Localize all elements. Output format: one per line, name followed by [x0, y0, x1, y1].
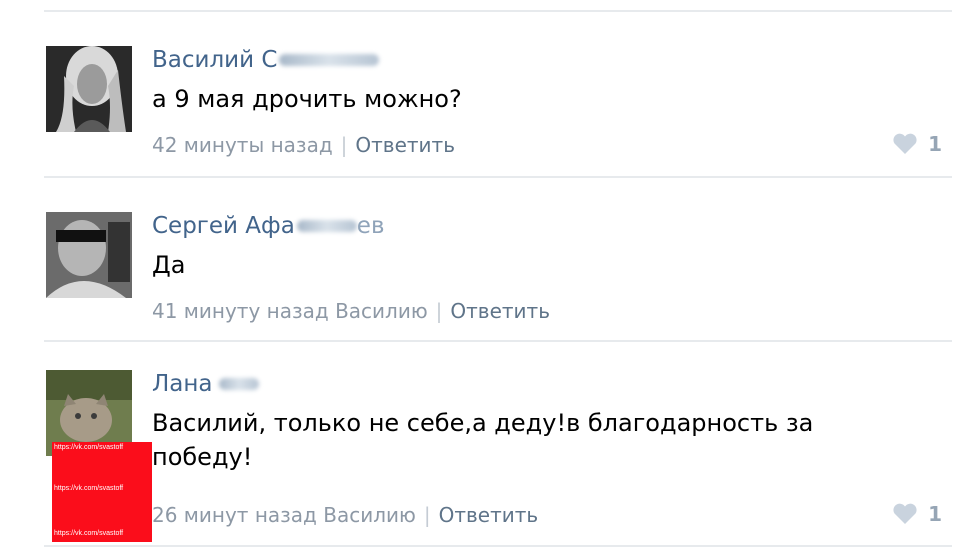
comment-item: Лана Василий, только не себе,а деду!в бл…	[44, 370, 952, 540]
divider	[44, 176, 952, 178]
heart-icon	[893, 503, 917, 524]
comment-author[interactable]: Василий С	[152, 46, 952, 74]
watermark-text: https://vk.com/svastoff	[54, 444, 124, 451]
comment-meta: 26 минут назад Василию | Ответить	[152, 503, 539, 527]
reply-to-link[interactable]: Василию	[335, 299, 428, 323]
comment-text: Да	[152, 251, 186, 279]
like-button[interactable]: 1	[892, 132, 942, 156]
comment-author[interactable]: Лана	[152, 370, 952, 398]
divider	[44, 340, 952, 342]
divider	[44, 545, 952, 547]
like-count: 1	[928, 502, 942, 526]
comment-time[interactable]: 41 минуту назад	[152, 299, 329, 323]
comment-meta: 41 минуту назад Василию | Ответить	[152, 299, 550, 323]
watermark: https://vk.com/svastoff https://vk.com/s…	[52, 442, 152, 542]
comment-item: Сергей Афа ев Да 41 минуту назад Василию |…	[44, 212, 952, 332]
like-count: 1	[928, 132, 942, 156]
heart-icon	[893, 133, 917, 154]
comment-item: Василий С а 9 мая дрочить можно? 42 мину…	[44, 46, 952, 166]
comment-text: а 9 мая дрочить можно?	[152, 85, 462, 113]
comment-text: Василий, только не себе,а деду!в благода…	[152, 409, 814, 471]
watermark-text: https://vk.com/svastoff	[54, 485, 124, 492]
reply-button[interactable]: Ответить	[355, 133, 455, 157]
comment-meta: 42 минуты назад | Ответить	[152, 133, 455, 157]
watermark-text: https://vk.com/svastoff	[54, 530, 124, 537]
like-button[interactable]: 1	[892, 502, 942, 526]
comment-time[interactable]: 42 минуты назад	[152, 133, 333, 157]
reply-to-link[interactable]: Василию	[323, 503, 416, 527]
reply-button[interactable]: Ответить	[450, 299, 550, 323]
avatar[interactable]	[46, 46, 132, 132]
comment-author[interactable]: Сергей Афа ев	[152, 212, 952, 240]
reply-button[interactable]: Ответить	[439, 503, 539, 527]
comment-time[interactable]: 26 минут назад	[152, 503, 317, 527]
divider	[44, 10, 952, 12]
avatar[interactable]	[46, 212, 132, 298]
